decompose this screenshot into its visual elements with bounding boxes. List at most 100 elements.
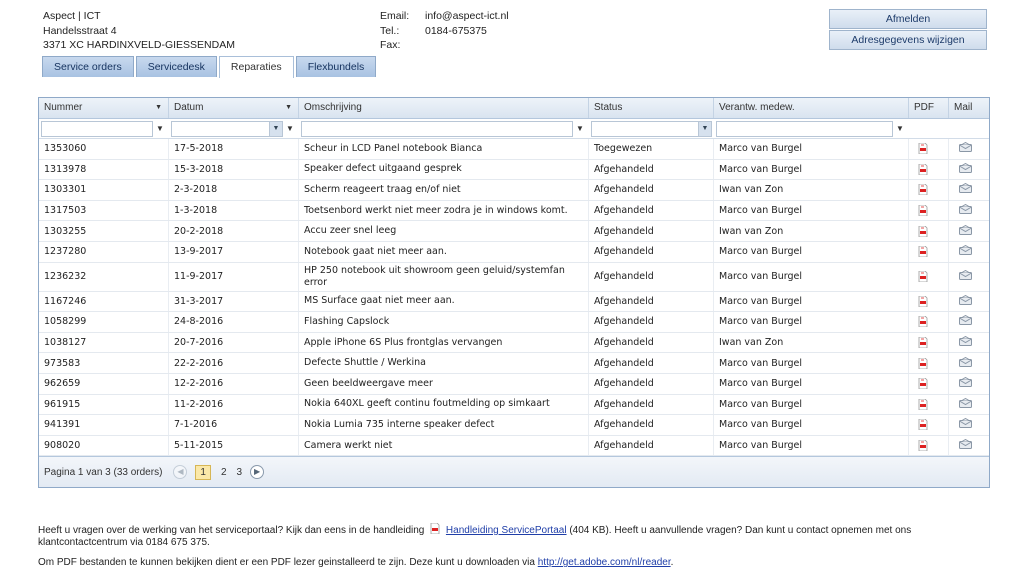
- col-header-omschrijving[interactable]: Omschrijving: [299, 98, 589, 118]
- cell-pdf: [909, 353, 949, 373]
- col-header-pdf: PDF: [909, 98, 949, 118]
- page-link-3[interactable]: 3: [237, 467, 243, 478]
- table-row[interactable]: 1038127 20-7-2016 Apple iPhone 6S Plus fro…: [39, 332, 989, 354]
- filter-medewerker-input[interactable]: [716, 120, 893, 137]
- grid-body: 1353060 17-5-2018 Scheur in LCD Panel note…: [39, 139, 989, 457]
- table-row[interactable]: 1313978 15-3-2018 Speaker defect uitgaand …: [39, 159, 989, 181]
- envelope-icon[interactable]: [959, 142, 972, 155]
- cell-pdf: [909, 139, 949, 159]
- cell-status: Afgehandeld: [589, 312, 714, 332]
- cell-datum: 22-2-2016: [169, 353, 299, 373]
- pdf-icon[interactable]: [918, 245, 928, 258]
- logout-button[interactable]: Afmelden: [829, 9, 987, 29]
- col-header-datum[interactable]: Datum ▼: [169, 98, 299, 118]
- chevron-down-icon[interactable]: ▼: [698, 121, 711, 136]
- table-row[interactable]: 1303255 20-2-2018 Accu zeer snel leeg Afgeh…: [39, 221, 989, 242]
- table-row[interactable]: 1353060 17-5-2018 Scheur in LCD Panel note…: [39, 139, 989, 160]
- table-row[interactable]: 1236232 11-9-2017 HP 250 notebook uit show…: [39, 262, 989, 292]
- pdf-icon[interactable]: [918, 204, 928, 217]
- cell-omschrijving: Toetsenbord werkt niet meer zodra je in …: [299, 200, 589, 221]
- filter-icon[interactable]: ▼: [896, 124, 904, 133]
- envelope-icon[interactable]: [959, 335, 972, 349]
- cell-pdf: [909, 159, 949, 180]
- table-row[interactable]: 1317503 1-3-2018 Toetsenbord werkt niet me…: [39, 200, 989, 222]
- table-row[interactable]: 1167246 31-3-2017 MS Surface gaat niet mee…: [39, 291, 989, 313]
- envelope-icon[interactable]: [959, 294, 972, 308]
- filter-nummer-input[interactable]: [41, 120, 153, 137]
- next-page-icon[interactable]: ▶: [250, 465, 265, 479]
- envelope-icon[interactable]: [959, 162, 972, 176]
- pdf-icon[interactable]: [918, 184, 928, 196]
- pdf-icon[interactable]: [918, 316, 928, 328]
- table-row[interactable]: 961915 11-2-2016 Nokia 640XL geeft continu…: [39, 394, 989, 416]
- filter-icon[interactable]: ▼: [156, 124, 164, 133]
- manual-link[interactable]: Handleiding ServicePortaal: [446, 525, 567, 536]
- cell-mail: [949, 263, 989, 291]
- filter-status-select[interactable]: ▼: [591, 120, 712, 137]
- cell-mail: [949, 292, 989, 312]
- envelope-icon[interactable]: [959, 438, 972, 452]
- sort-down-icon[interactable]: ▼: [285, 98, 292, 118]
- envelope-icon[interactable]: [959, 397, 972, 411]
- table-row[interactable]: 962659 12-2-2016 Geen beeldweergave meer Af…: [39, 373, 989, 395]
- envelope-icon[interactable]: [959, 204, 972, 217]
- tab-service-orders[interactable]: Service orders: [42, 56, 134, 77]
- tab-flexbundels[interactable]: Flexbundels: [295, 56, 377, 77]
- envelope-icon[interactable]: [959, 269, 972, 283]
- pdf-icon[interactable]: [918, 398, 928, 411]
- cell-pdf: [909, 200, 949, 221]
- pdf-icon[interactable]: [918, 377, 928, 390]
- edit-address-button[interactable]: Adresgegevens wijzigen: [829, 30, 987, 50]
- tab-reparaties[interactable]: Reparaties: [218, 56, 294, 78]
- page-link-1[interactable]: 1: [195, 464, 211, 480]
- table-row[interactable]: 908020 5-11-2015 Camera werkt niet Afgehand…: [39, 435, 989, 457]
- cell-medewerker: Marco van Burgel: [714, 353, 909, 373]
- pdf-icon[interactable]: [918, 336, 928, 349]
- table-row[interactable]: 1303301 2-3-2018 Scherm reageert traag en/…: [39, 180, 989, 201]
- cell-status: Afgehandeld: [589, 291, 714, 312]
- filter-icon[interactable]: ▼: [286, 124, 294, 133]
- cell-mail: [949, 160, 989, 180]
- tab-servicedesk[interactable]: Servicedesk: [135, 56, 217, 77]
- chevron-down-icon[interactable]: ▼: [269, 121, 282, 136]
- col-header-medewerker[interactable]: Verantw. medew.: [714, 98, 909, 118]
- envelope-icon[interactable]: [959, 356, 972, 370]
- pdf-icon[interactable]: [918, 142, 928, 155]
- pdf-icon[interactable]: [918, 419, 928, 431]
- envelope-icon[interactable]: [959, 224, 972, 238]
- tel-value: 0184-675375: [425, 24, 487, 37]
- cell-medewerker: Marco van Burgel: [714, 159, 909, 180]
- envelope-icon[interactable]: [959, 418, 972, 431]
- filter-icon[interactable]: ▼: [576, 124, 584, 133]
- pdf-icon[interactable]: [918, 357, 928, 370]
- table-row[interactable]: 1237280 13-9-2017 Notebook gaat niet meer …: [39, 241, 989, 263]
- envelope-icon[interactable]: [959, 315, 972, 328]
- col-header-nummer[interactable]: Nummer ▼: [39, 98, 169, 118]
- cell-pdf: [909, 332, 949, 353]
- prev-page-icon[interactable]: ◀: [173, 465, 188, 479]
- sort-down-icon[interactable]: ▼: [155, 98, 162, 118]
- table-row[interactable]: 973583 22-2-2016 Defecte Shuttle / Werkina…: [39, 353, 989, 374]
- envelope-icon[interactable]: [959, 245, 972, 258]
- envelope-icon[interactable]: [959, 377, 972, 390]
- adobe-reader-link[interactable]: http://get.adobe.com/nl/reader: [538, 557, 671, 568]
- cell-pdf: [909, 291, 949, 312]
- pdf-icon[interactable]: [918, 439, 928, 452]
- page-link-2[interactable]: 2: [221, 467, 227, 478]
- pdf-icon[interactable]: [918, 295, 928, 308]
- filter-omschrijving-input[interactable]: [301, 120, 573, 137]
- pdf-icon[interactable]: [918, 225, 928, 238]
- table-row[interactable]: 1058299 24-8-2016 Flashing Capslock Afgehan…: [39, 312, 989, 333]
- table-row[interactable]: 941391 7-1-2016 Nokia Lumia 735 interne sp…: [39, 415, 989, 436]
- cell-datum: 20-7-2016: [169, 332, 299, 353]
- cell-nummer: 1237280: [39, 241, 169, 262]
- envelope-icon[interactable]: [959, 183, 972, 196]
- pdf-icon[interactable]: [918, 163, 928, 176]
- pdf-icon[interactable]: [918, 270, 928, 283]
- cell-omschrijving: HP 250 notebook uit showroom geen geluid…: [299, 262, 589, 291]
- cell-omschrijving: Nokia Lumia 735 interne speaker defect: [299, 415, 589, 435]
- col-header-status[interactable]: Status: [589, 98, 714, 118]
- cell-pdf: [909, 221, 949, 241]
- cell-mail: [949, 395, 989, 415]
- filter-datum-input[interactable]: ▼: [171, 120, 283, 137]
